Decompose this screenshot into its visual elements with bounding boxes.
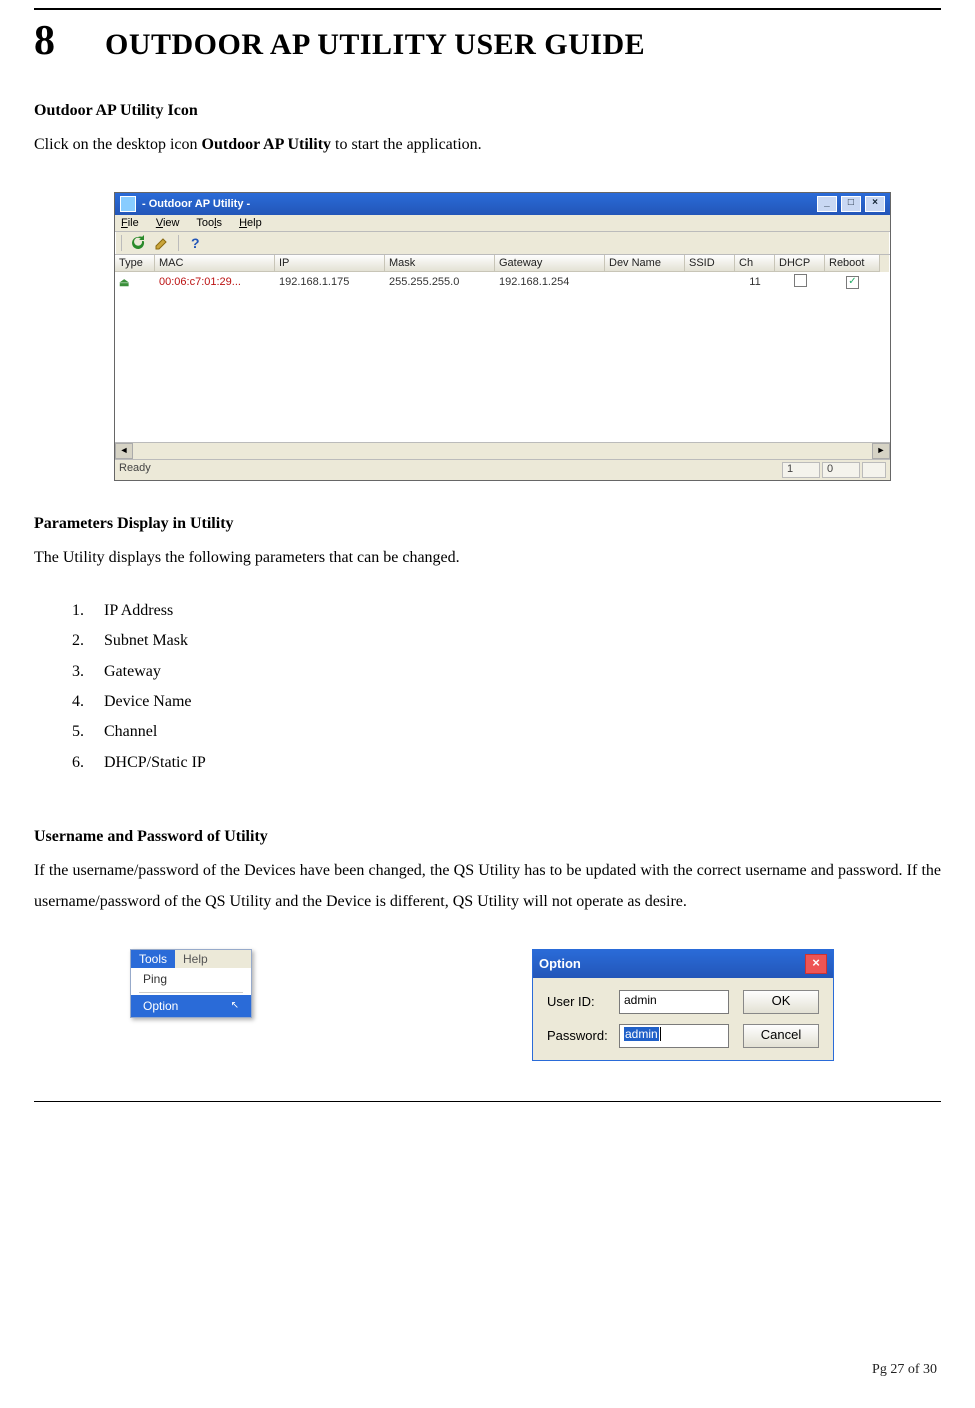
section3-heading: Username and Password of Utility (34, 828, 941, 846)
top-rule (34, 8, 941, 10)
userid-label: User ID: (547, 994, 619, 1009)
grid-header: Type MAC IP Mask Gateway Dev Name SSID C… (115, 255, 890, 272)
menu-help[interactable]: Help (239, 217, 262, 229)
cell-mac: 00:06:c7:01:29... (155, 276, 275, 288)
s1-bold: Outdoor AP Utility (202, 136, 332, 153)
device-type-icon: ⏏ (115, 276, 155, 289)
option-dialog: Option × User ID: admin OK Password: adm… (532, 949, 834, 1061)
s1-prefix: Click on the desktop icon (34, 136, 202, 153)
password-label: Password: (547, 1028, 619, 1043)
list-item: Device Name (88, 687, 941, 717)
utility-window: - Outdoor AP Utility - _ □ × File View T… (114, 192, 891, 481)
menu-tab-tools[interactable]: Tools (131, 950, 175, 968)
menu-view[interactable]: View (156, 217, 180, 229)
password-value: admin (624, 1027, 659, 1041)
tools-dropdown-menu: Tools Help Ping Option ↖ (130, 949, 252, 1018)
window-title: - Outdoor AP Utility - (142, 198, 250, 210)
col-gateway[interactable]: Gateway (495, 255, 605, 272)
menubar: File View Tools Help (115, 215, 890, 232)
chapter-row: 8 OUTDOOR AP UTILITY USER GUIDE (34, 20, 941, 62)
help-icon[interactable]: ? (187, 235, 203, 251)
menu-separator (139, 992, 243, 993)
cell-ch: 11 (735, 276, 775, 288)
col-ssid[interactable]: SSID (685, 255, 735, 272)
dhcp-checkbox[interactable] (794, 274, 807, 287)
password-field[interactable]: admin (619, 1024, 729, 1048)
dialog-close-button[interactable]: × (805, 954, 827, 974)
refresh-icon[interactable] (130, 235, 146, 251)
userid-field[interactable]: admin (619, 990, 729, 1014)
col-ip[interactable]: IP (275, 255, 385, 272)
col-dhcp[interactable]: DHCP (775, 255, 825, 272)
maximize-button[interactable]: □ (841, 196, 861, 212)
section3-body: If the username/password of the Devices … (34, 856, 941, 917)
col-devname[interactable]: Dev Name (605, 255, 685, 272)
svg-text:?: ? (191, 235, 200, 251)
col-mac[interactable]: MAC (155, 255, 275, 272)
userid-value: admin (624, 993, 657, 1007)
dialog-title: Option (539, 956, 581, 971)
grid-body: ⏏ 00:06:c7:01:29... 192.168.1.175 255.25… (115, 272, 890, 442)
scroll-right-icon[interactable]: ► (872, 443, 890, 459)
bottom-rule (34, 1101, 941, 1102)
col-mask[interactable]: Mask (385, 255, 495, 272)
cell-ip: 192.168.1.175 (275, 276, 385, 288)
text-caret-icon (660, 1027, 664, 1041)
page-footer: Pg 27 of 30 (872, 1362, 937, 1378)
cell-gateway: 192.168.1.254 (495, 276, 605, 288)
table-row[interactable]: ⏏ 00:06:c7:01:29... 192.168.1.175 255.25… (115, 272, 890, 292)
section2-body: The Utility displays the following param… (34, 543, 941, 573)
toolbar-sep (121, 235, 122, 251)
menu-item-ping[interactable]: Ping (131, 968, 251, 990)
app-icon (120, 196, 136, 212)
statusbar: Ready 1 0 (115, 459, 890, 480)
h-scrollbar[interactable]: ◄ ► (115, 442, 890, 459)
section1-heading: Outdoor AP Utility Icon (34, 102, 941, 120)
ok-button[interactable]: OK (743, 990, 819, 1014)
status-pane-1: 1 (782, 462, 820, 478)
titlebar[interactable]: - Outdoor AP Utility - _ □ × (115, 193, 890, 215)
list-item: Channel (88, 717, 941, 747)
status-text: Ready (119, 462, 151, 478)
list-item: DHCP/Static IP (88, 748, 941, 778)
section2-heading: Parameters Display in Utility (34, 515, 941, 533)
status-pane-2: 0 (822, 462, 860, 478)
minimize-button[interactable]: _ (817, 196, 837, 212)
menu-file[interactable]: File (121, 217, 139, 229)
cell-mask: 255.255.255.0 (385, 276, 495, 288)
toolbar: ? (115, 232, 890, 255)
scroll-left-icon[interactable]: ◄ (115, 443, 133, 459)
toolbar-sep2 (178, 235, 179, 251)
s1-suffix: to start the application. (331, 136, 482, 153)
close-button[interactable]: × (865, 196, 885, 212)
col-ch[interactable]: Ch (735, 255, 775, 272)
col-reboot[interactable]: Reboot (825, 255, 880, 272)
list-item: IP Address (88, 596, 941, 626)
list-item: Gateway (88, 657, 941, 687)
parameters-list: IP Address Subnet Mask Gateway Device Na… (88, 596, 941, 778)
col-type[interactable]: Type (115, 255, 155, 272)
menu-tools[interactable]: Tools (196, 217, 222, 229)
edit-icon[interactable] (154, 235, 170, 251)
menu-item-option-label: Option (143, 999, 178, 1013)
cancel-button[interactable]: Cancel (743, 1024, 819, 1048)
system-buttons: _ □ × (816, 196, 885, 212)
dialog-titlebar[interactable]: Option × (533, 950, 833, 978)
resize-grip-icon[interactable] (862, 462, 886, 478)
menu-item-option[interactable]: Option ↖ (131, 995, 251, 1017)
chapter-number: 8 (34, 20, 55, 62)
reboot-checkbox[interactable] (846, 276, 859, 289)
cursor-icon: ↖ (231, 1000, 239, 1011)
chapter-title: OUTDOOR AP UTILITY USER GUIDE (105, 28, 645, 62)
section1-body: Click on the desktop icon Outdoor AP Uti… (34, 130, 941, 160)
menu-tab-help[interactable]: Help (175, 950, 216, 968)
list-item: Subnet Mask (88, 626, 941, 656)
